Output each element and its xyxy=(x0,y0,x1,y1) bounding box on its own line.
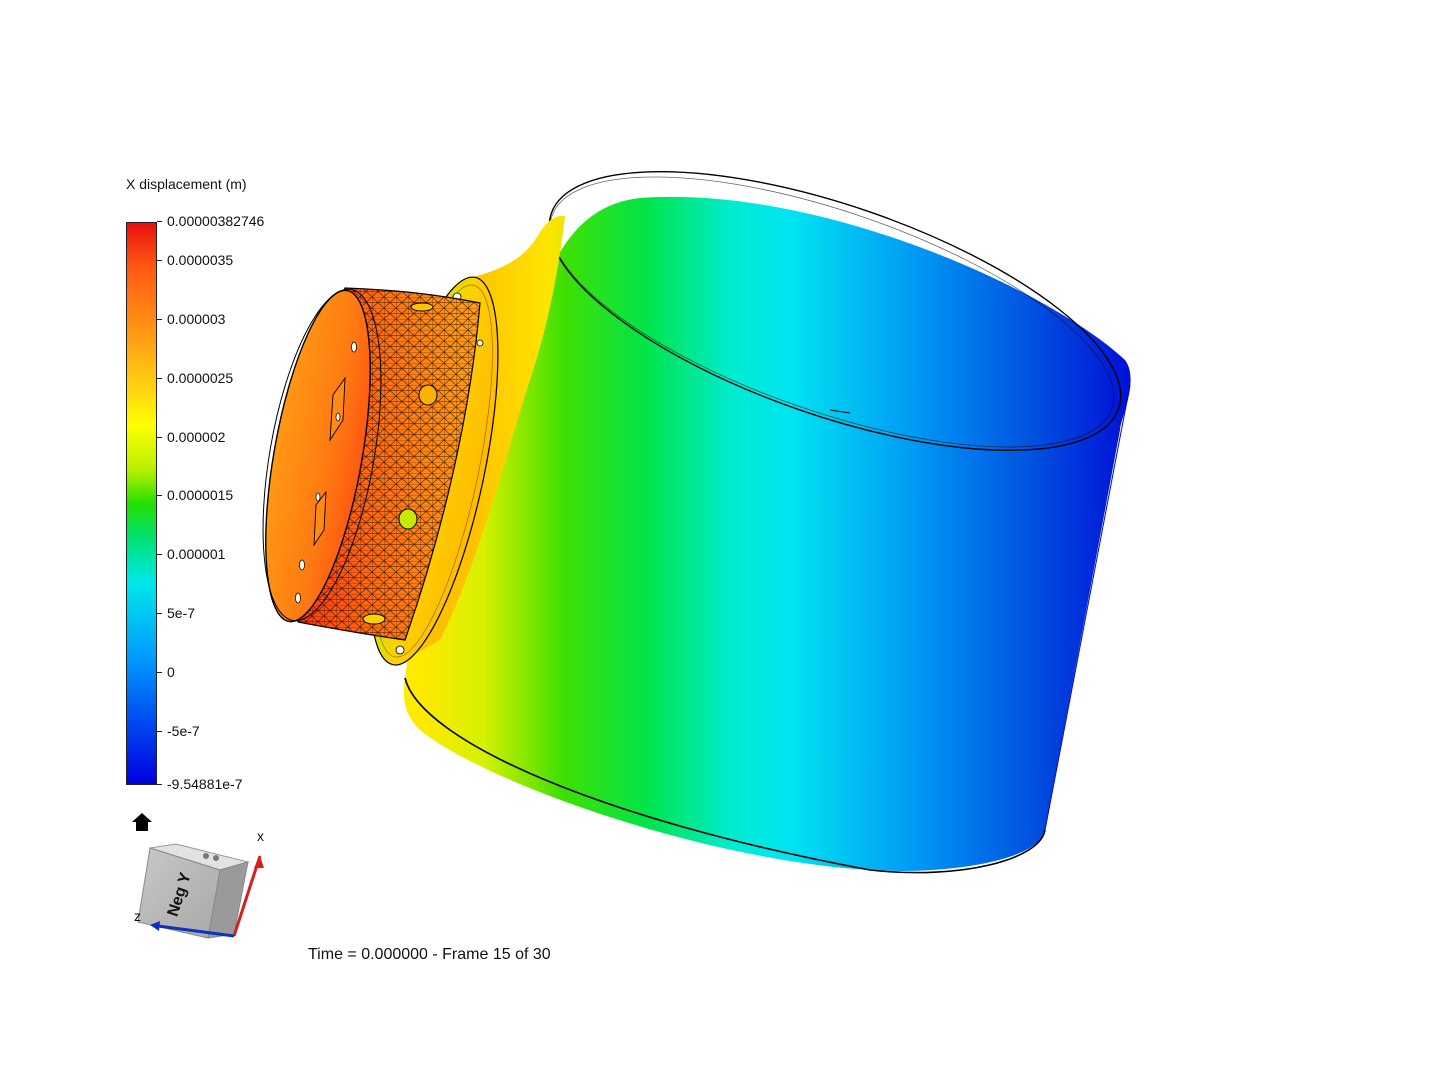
legend-tick: 0.0000015 xyxy=(157,485,233,505)
legend-tick: 0.00000382746 xyxy=(157,211,264,231)
legend-tick: 0.000003 xyxy=(157,309,225,329)
legend-tick: -5e-7 xyxy=(157,721,200,741)
x-axis-label: x xyxy=(257,828,264,844)
legend-tick: 0 xyxy=(157,662,175,682)
legend-tick: 5e-7 xyxy=(157,603,195,623)
view-cube[interactable]: Neg Y xyxy=(128,826,278,942)
3d-viewport[interactable]: X displacement (m) 0.00000382746 0.00000… xyxy=(0,0,1440,1080)
colorbar xyxy=(126,222,157,785)
frame-status-text: Time = 0.000000 - Frame 15 of 30 xyxy=(308,946,551,963)
legend-title: X displacement (m) xyxy=(126,176,247,192)
legend-tick: 0.0000025 xyxy=(157,368,233,388)
legend-tick: -9.54881e-7 xyxy=(157,774,243,794)
legend-tick: 0.000001 xyxy=(157,544,225,564)
z-axis-label: z xyxy=(134,908,141,924)
legend-tick: 0.0000035 xyxy=(157,250,233,270)
legend-tick: 0.000002 xyxy=(157,427,225,447)
